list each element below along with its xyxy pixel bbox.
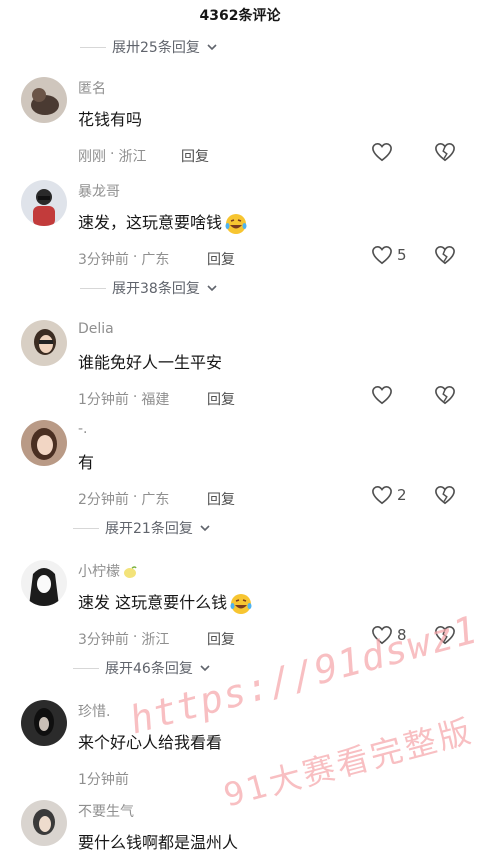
comment-meta: 1分钟前 (78, 769, 129, 789)
chevron-down-icon (200, 525, 210, 532)
chevron-down-icon (207, 44, 217, 51)
expand-replies-label: 展开46条回复 (105, 661, 193, 677)
expand-replies-label: 展开21条回复 (105, 521, 193, 537)
comment-text-content: 速发，这玩意要啥钱 (78, 213, 223, 232)
reply-button[interactable]: 回复 (207, 489, 235, 509)
broken-heart-icon (435, 142, 455, 162)
comment-author[interactable]: 不要生气 (78, 801, 134, 821)
comment-location: 浙江 (118, 149, 147, 165)
like-button[interactable]: 5 (371, 245, 407, 265)
comment-meta: 3分钟前 · 浙江 (78, 629, 170, 648)
expand-replies-label: 展卅25条回复 (112, 40, 200, 56)
dislike-button[interactable] (434, 245, 456, 269)
expand-replies-row[interactable]: 展开21条回复 (73, 518, 211, 538)
comment-text: 花钱有吗 (78, 110, 143, 129)
comment-text: 要什么钱啊都是温州人 (78, 833, 239, 852)
expand-replies-label: 展开38条回复 (112, 281, 200, 297)
heart-outline-icon (372, 142, 392, 162)
laughing-tears-emoji (230, 593, 252, 614)
comment-author[interactable]: 珍惜. (78, 701, 110, 721)
expand-replies-row[interactable]: 展卅25条回复 (80, 37, 218, 57)
comment-author[interactable]: 小柠檬 (78, 561, 138, 581)
laughing-tears-emoji (225, 213, 247, 234)
avatar[interactable] (21, 420, 67, 466)
avatar[interactable] (21, 800, 67, 846)
heart-outline-icon (372, 385, 392, 405)
comment-text: 速发 这玩意要什么钱 (78, 589, 253, 616)
comment-time: 刚刚 (78, 149, 106, 165)
comment-author[interactable]: Delia (78, 321, 114, 337)
comment-meta: 2分钟前 · 广东 (78, 489, 170, 508)
comment-location: 广东 (141, 252, 170, 268)
expand-replies-row[interactable]: 展开38条回复 (80, 278, 218, 298)
avatar[interactable] (21, 77, 67, 123)
chevron-down-icon (200, 665, 210, 672)
avatar[interactable] (21, 700, 67, 746)
comment-time: 1分钟前 (78, 772, 129, 788)
comment-author[interactable]: -. (78, 421, 88, 437)
divider-line (73, 667, 99, 669)
comment-author[interactable]: 暴龙哥 (78, 181, 120, 201)
lemon-emoji (124, 566, 137, 578)
heart-outline-icon (372, 485, 392, 505)
comment-time: 2分钟前 (78, 492, 129, 508)
divider-line (80, 287, 106, 289)
comment-author-name: 小柠檬 (78, 564, 120, 580)
dislike-button[interactable] (434, 485, 456, 509)
comment-time: 3分钟前 (78, 632, 129, 648)
comment-time: 3分钟前 (78, 252, 129, 268)
comment-meta: 1分钟前 · 福建 (78, 389, 170, 408)
broken-heart-icon (435, 485, 455, 505)
reply-button[interactable]: 回复 (207, 629, 235, 649)
comment-text-content: 速发 这玩意要什么钱 (78, 593, 228, 612)
comment-location: 广东 (141, 492, 170, 508)
like-button[interactable]: 2 (371, 485, 407, 505)
comment-text: 有 (78, 453, 95, 472)
expand-replies-row[interactable]: 展开46条回复 (73, 658, 211, 678)
comments-header: 4362条评论 (199, 8, 281, 24)
dislike-button[interactable] (434, 385, 456, 409)
comment-time: 1分钟前 (78, 392, 129, 408)
reply-button[interactable]: 回复 (207, 389, 235, 409)
broken-heart-icon (435, 385, 455, 405)
reply-button[interactable]: 回复 (181, 146, 209, 166)
comment-location: 福建 (141, 392, 170, 408)
comment-text: 谁能免好人一生平安 (78, 353, 223, 372)
dislike-button[interactable] (434, 142, 456, 166)
reply-button[interactable]: 回复 (207, 249, 235, 269)
divider-line (73, 527, 99, 529)
watermark-text: 91大赛看完整版 (219, 711, 478, 815)
comment-text: 速发，这玩意要啥钱 (78, 209, 248, 236)
comment-meta: 3分钟前 · 广东 (78, 249, 170, 268)
comment-location: 浙江 (141, 632, 170, 648)
like-count: 5 (397, 246, 407, 264)
comment-author[interactable]: 匿名 (78, 78, 106, 98)
avatar[interactable] (21, 560, 67, 606)
avatar[interactable] (21, 320, 67, 366)
chevron-down-icon (207, 285, 217, 292)
comment-meta: 刚刚 · 浙江 (78, 146, 147, 165)
like-button[interactable] (371, 142, 393, 162)
like-button[interactable] (371, 385, 393, 405)
broken-heart-icon (435, 245, 455, 265)
divider-line (80, 46, 106, 48)
avatar[interactable] (21, 180, 67, 226)
heart-outline-icon (372, 245, 392, 265)
like-count: 2 (397, 486, 407, 504)
